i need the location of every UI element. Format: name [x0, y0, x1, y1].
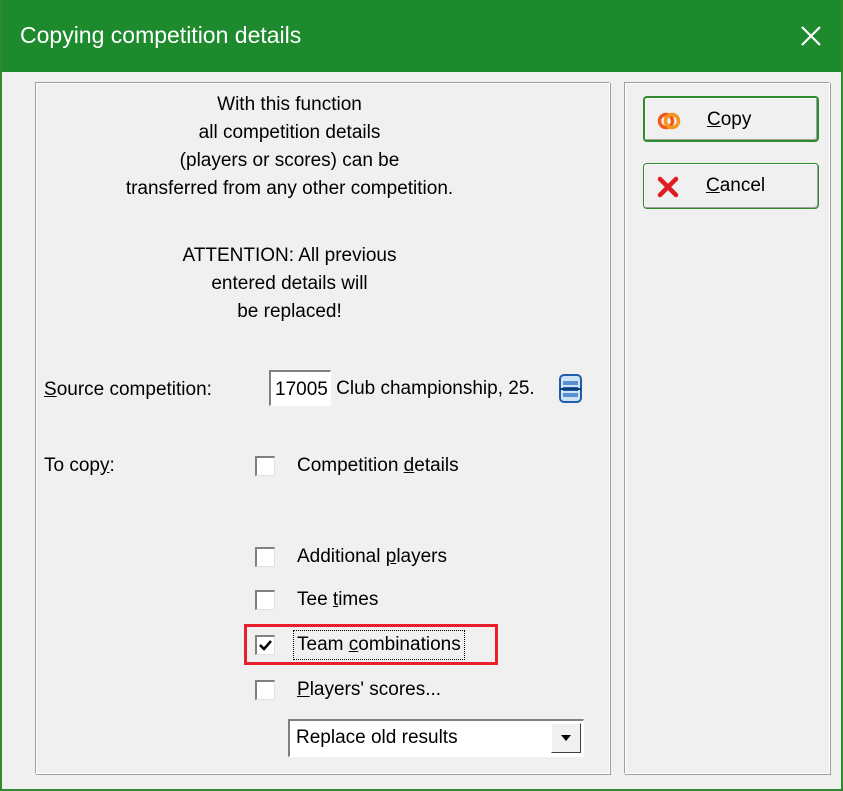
- additional-players-checkbox[interactable]: [255, 547, 275, 567]
- dropdown-arrow-button[interactable]: [551, 723, 581, 753]
- attention-line: ATTENTION: All previous: [182, 245, 397, 266]
- team-combinations-label[interactable]: Team combinations: [293, 630, 465, 660]
- team-combinations-checkbox[interactable]: [255, 635, 275, 655]
- source-competition-field[interactable]: 17005 Club championship, 25.: [269, 369, 587, 409]
- results-mode-select[interactable]: Replace old results: [288, 719, 584, 757]
- tee-times-checkbox[interactable]: [255, 590, 275, 610]
- intro-line: transferred from any other competition.: [125, 178, 454, 199]
- copy-button-label: Copy: [707, 109, 752, 130]
- window-title: Copying competition details: [20, 22, 302, 48]
- source-lookup-button[interactable]: [557, 372, 585, 406]
- close-button[interactable]: [781, 0, 841, 72]
- attention-text: ATTENTION: All previous entered details …: [2, 242, 577, 326]
- intro-text: With this function all competition detai…: [2, 91, 577, 203]
- source-competition-name: Club championship, 25.: [336, 378, 535, 399]
- cancel-button-label: Cancel: [706, 175, 766, 196]
- intro-line: With this function: [217, 94, 362, 115]
- intro-line: (players or scores) can be: [179, 150, 400, 171]
- competition-details-checkbox[interactable]: [255, 456, 275, 476]
- players-scores-label[interactable]: Players' scores...: [297, 677, 441, 703]
- attention-line: be replaced!: [237, 301, 342, 322]
- additional-players-label[interactable]: Additional players: [297, 544, 447, 570]
- tee-times-label[interactable]: Tee times: [297, 587, 378, 613]
- source-competition-number[interactable]: 17005: [269, 370, 331, 406]
- copy-rings-icon: [657, 112, 681, 130]
- competition-details-label[interactable]: Competition details: [297, 453, 459, 479]
- red-x-icon: [657, 176, 679, 198]
- list-lookup-icon: [559, 374, 582, 403]
- close-icon: [801, 26, 821, 46]
- copy-button[interactable]: Copy: [643, 96, 819, 142]
- title-bar[interactable]: Copying competition details: [2, 0, 841, 72]
- results-mode-value: Replace old results: [296, 727, 458, 748]
- cancel-button[interactable]: Cancel: [643, 163, 819, 209]
- intro-line: all competition details: [198, 122, 381, 143]
- to-copy-label: To copy:: [44, 455, 115, 476]
- attention-line: entered details will: [211, 273, 368, 294]
- dialog-window: Copying competition details With this fu…: [0, 0, 843, 791]
- chevron-down-icon: [561, 735, 571, 741]
- players-scores-checkbox[interactable]: [255, 680, 275, 700]
- checkmark-icon: [259, 640, 272, 651]
- source-competition-label: Source competition:: [44, 379, 212, 400]
